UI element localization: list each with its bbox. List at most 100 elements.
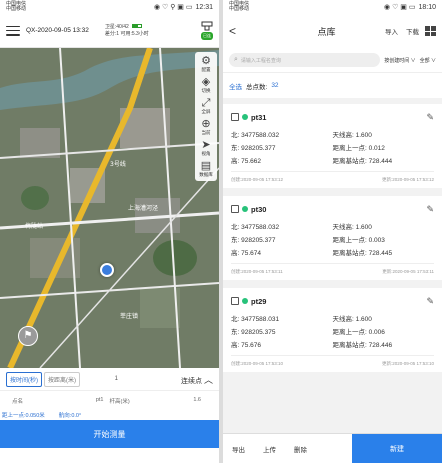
by-time-option[interactable]: 按时间(秒) <box>6 371 42 387</box>
antenna-height: 天线高: 1.600 <box>332 316 372 323</box>
tool-label: 数据库 <box>199 172 213 177</box>
bottom-action-bar: 导出 上传 删除 新建 <box>223 433 442 463</box>
map-tools: ⚙ 配置 ◈ 切换 ⤢ 全屏 ⊕ 当前 ➤ 视角 ▤ 数据库 <box>195 52 217 181</box>
new-point-button[interactable]: 新建 <box>352 434 442 463</box>
search-row: ⌕ 请输入工程名查询 按创建时间 ∨ 全部 ∨ <box>223 48 442 72</box>
pole-height-field[interactable]: 杆高(米) 1.6 <box>110 397 208 405</box>
point-name: pt29 <box>251 296 267 306</box>
tool-label: 配置 <box>201 67 211 72</box>
point-checkbox[interactable] <box>231 205 239 213</box>
config-tool[interactable]: ⚙ 配置 <box>201 55 211 73</box>
height-value: 高: 75.676 <box>231 342 261 349</box>
map-label: 3号线 <box>110 160 126 168</box>
distance-base: 距离基站点: 728.446 <box>332 342 393 349</box>
by-distance-option[interactable]: 按距离(米) <box>44 371 80 387</box>
pin-button[interactable]: ⚑ <box>18 326 38 346</box>
download-button[interactable]: 下载 <box>406 26 419 36</box>
tool-label: 视角 <box>201 151 211 156</box>
back-arrow-icon[interactable]: < <box>229 24 236 38</box>
interval-input[interactable]: 1 <box>82 376 118 382</box>
point-card[interactable]: pt30 ✎ 北: 3477588.032 天线高: 1.600 东: 9282… <box>223 196 442 280</box>
east-value: 东: 928205.375 <box>231 329 276 336</box>
layer-tool[interactable]: ◈ 切换 <box>202 76 211 94</box>
search-placeholder: 请输入工程名查询 <box>240 57 281 64</box>
start-measure-button[interactable]: 开始测量 <box>0 420 219 448</box>
north-value: 北: 3477588.031 <box>231 316 280 323</box>
created-time: 创建:2020-09-05 17:53:11 <box>231 269 283 274</box>
info-row: 距上一点:0.050米 航向:0.0° <box>0 410 219 420</box>
point-name-field[interactable]: 点名 pt1 <box>12 397 110 405</box>
project-title[interactable]: QX-2020-09-05 13:32 <box>26 27 89 34</box>
edit-icon[interactable]: ✎ <box>426 204 434 215</box>
grid-view-icon[interactable] <box>425 26 436 36</box>
east-value: 东: 928205.377 <box>231 145 276 152</box>
updated-time: 更新:2020-09-05 17:53:11 <box>382 269 434 274</box>
status-icons: ◉ ♡ ▣ ▭ <box>384 4 416 11</box>
point-card[interactable]: pt31 ✎ 北: 3477588.032 天线高: 1.600 东: 9282… <box>223 104 442 188</box>
total-label: 总点数: <box>246 83 268 91</box>
battery-icon <box>132 24 143 29</box>
created-time: 创建:2020-09-05 17:53:10 <box>231 361 284 366</box>
continuous-toggle[interactable]: 连续点 ︿ <box>181 373 213 386</box>
created-time: 创建:2020-09-05 17:53:12 <box>231 177 284 182</box>
device-button[interactable]: 已连 <box>201 21 213 40</box>
status-dot <box>242 206 248 212</box>
edit-icon[interactable]: ✎ <box>426 296 434 307</box>
antenna-height: 天线高: 1.600 <box>332 224 372 231</box>
locate-tool[interactable]: ⊕ 当前 <box>201 118 210 136</box>
remaining-time: 可用:5.3小时 <box>120 30 149 37</box>
height-value: 高: 75.662 <box>231 158 261 165</box>
point-name-label: 点名 <box>12 398 24 405</box>
measure-panel: 按时间(秒) 按距离(米) 1 连续点 ︿ 点名 pt1 杆高(米) 1.6 距上… <box>0 368 219 448</box>
view-tool[interactable]: ➤ 视角 <box>201 139 210 157</box>
point-name: pt30 <box>251 204 267 214</box>
tool-label: 全屏 <box>201 109 211 114</box>
menu-icon[interactable] <box>6 25 20 36</box>
distance-previous: 距离上一点: 0.006 <box>332 329 385 336</box>
search-icon: ⌕ <box>234 56 238 63</box>
point-checkbox[interactable] <box>231 113 239 121</box>
pole-height-label: 杆高(米) <box>109 398 130 405</box>
distance-previous: 距离上一点: 0.012 <box>332 145 385 152</box>
satellite-count: 卫星:40/42 <box>104 23 129 30</box>
map-label: 莘庄镇 <box>120 312 138 320</box>
filter-dropdown[interactable]: 全部 ∨ <box>420 57 436 64</box>
distance-previous: 距离上一点: 0.003 <box>332 237 385 244</box>
export-button[interactable]: 导出 <box>223 434 254 463</box>
clock: 12:31 <box>195 3 213 11</box>
updated-time: 更新:2020-09-05 17:53:12 <box>381 177 434 182</box>
record-mode-row: 按时间(秒) 按距离(米) 1 连续点 ︿ <box>0 368 219 390</box>
point-card[interactable]: pt29 ✎ 北: 3477588.031 天线高: 1.600 东: 9282… <box>223 288 442 372</box>
import-button[interactable]: 导入 <box>385 26 398 36</box>
edit-icon[interactable]: ✎ <box>426 112 434 123</box>
heading-value: 航向:0.0° <box>58 413 82 419</box>
carrier-2: 中国移动 <box>6 6 27 12</box>
status-bar: 中国电信 中国移动 ◉ ♡ ⚲ ▣ ▭ 12:31 <box>0 0 219 14</box>
summary-row: 全选 总点数: 32 <box>223 72 442 98</box>
fullscreen-tool[interactable]: ⤢ 全屏 <box>202 97 211 115</box>
point-checkbox[interactable] <box>231 297 239 305</box>
status-dot <box>242 298 248 304</box>
upload-button[interactable]: 上传 <box>254 434 285 463</box>
north-value: 北: 3477588.032 <box>231 132 280 139</box>
search-input[interactable]: ⌕ 请输入工程名查询 <box>229 53 381 67</box>
pin-icon: ⚑ <box>23 330 33 341</box>
fullscreen-icon: ⤢ <box>201 97 211 109</box>
east-value: 东: 928205.377 <box>231 237 276 244</box>
sort-dropdown[interactable]: 按创建时间 ∨ <box>384 57 415 64</box>
tool-label: 当前 <box>201 130 211 135</box>
carrier-2: 中国移动 <box>229 6 250 12</box>
map-view[interactable]: 3号线 上海漕河泾 莘庄镇 梅陇站 ⚙ 配置 ◈ 切换 ⤢ 全屏 ⊕ 当前 ➤ 视角 ▤ 数… <box>0 48 219 368</box>
total-count: 32 <box>271 82 279 89</box>
clock: 18:10 <box>418 3 436 11</box>
select-all-button[interactable]: 全选 <box>229 81 242 91</box>
delete-button[interactable]: 删除 <box>285 434 316 463</box>
map-label: 梅陇站 <box>25 222 43 230</box>
survey-toolbar: QX-2020-09-05 13:32 卫星:40/42 差分:1 可用:5.3… <box>0 14 219 48</box>
database-tool[interactable]: ▤ 数据库 <box>199 160 213 178</box>
chevron-up-icon: ︿ <box>203 374 213 385</box>
status-bar: 中国电信 中国移动 ◉ ♡ ▣ ▭ 18:10 <box>223 0 442 14</box>
tool-label: 切换 <box>201 88 211 93</box>
point-list: pt31 ✎ 北: 3477588.032 天线高: 1.600 东: 9282… <box>223 98 442 372</box>
point-name: pt31 <box>251 112 267 122</box>
